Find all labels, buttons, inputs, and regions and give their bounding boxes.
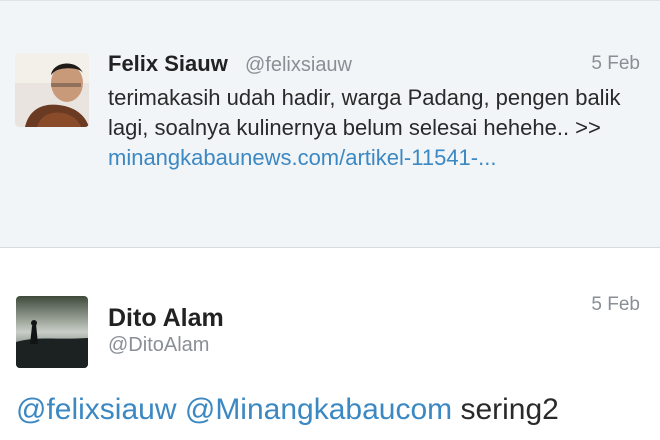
mention-link[interactable]: @felixsiauw: [16, 393, 177, 426]
landscape-photo-icon: [16, 296, 88, 368]
user-handle[interactable]: @DitoAlam: [108, 334, 209, 357]
avatar[interactable]: [16, 296, 88, 368]
tweet-link[interactable]: minangkabaunews.com/artikel-11541-...: [108, 145, 496, 170]
timestamp: 5 Feb: [591, 294, 640, 315]
profile-photo-icon: [15, 53, 89, 127]
tweet-item[interactable]: Felix Siauw @felixsiauw 5 Feb terimakasi…: [0, 0, 660, 248]
tweet-item[interactable]: Dito Alam @DitoAlam 5 Feb @felixsiauw @M…: [0, 248, 660, 440]
mention-link[interactable]: @Minangkabaucom: [185, 393, 452, 426]
tweet-body: sering2: [452, 393, 559, 426]
user-handle[interactable]: @felixsiauw: [245, 54, 352, 77]
tweet-text: @felixsiauw @Minangkabaucom sering2: [16, 390, 656, 430]
display-name[interactable]: Felix Siauw: [108, 51, 228, 77]
tweet-text: terimakasih udah hadir, warga Padang, pe…: [108, 83, 628, 173]
timestamp: 5 Feb: [591, 53, 640, 74]
avatar[interactable]: [15, 53, 89, 127]
tweet-body: terimakasih udah hadir, warga Padang, pe…: [108, 85, 621, 140]
display-name[interactable]: Dito Alam: [108, 304, 224, 333]
